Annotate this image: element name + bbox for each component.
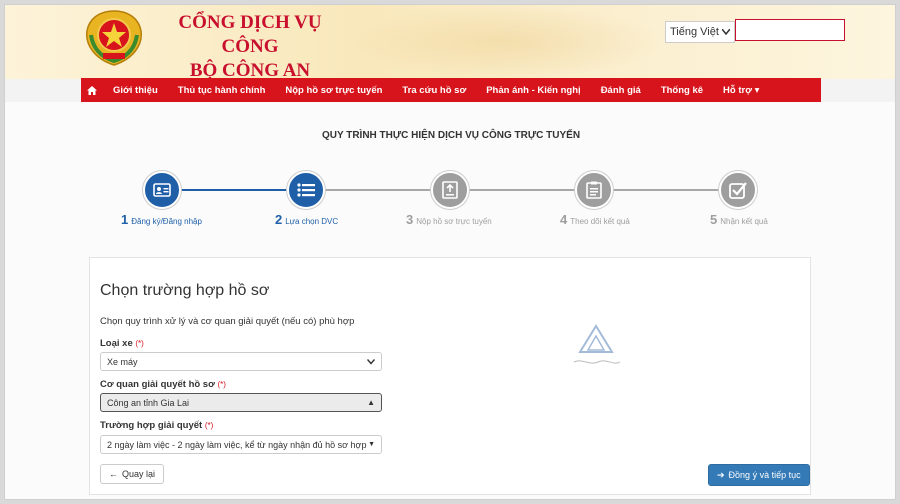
nav-item-ho-tro[interactable]: Hỗ trợ ▾ xyxy=(713,85,769,96)
vehicle-type-label-text: Loại xe xyxy=(100,338,133,349)
step-3-label: 3 Nộp hồ sơ trực tuyến xyxy=(406,212,492,227)
step-2-label: 2 Lựa chọn DVC xyxy=(275,212,338,227)
required-mark: (*) xyxy=(135,339,144,348)
agree-continue-button[interactable]: ➔ Đồng ý và tiếp tục xyxy=(708,464,810,486)
caret-down-icon: ▼ xyxy=(368,441,375,448)
step-2-number: 2 xyxy=(275,212,283,227)
step-5-number: 5 xyxy=(710,212,718,227)
site-title-line1: CỔNG DỊCH VỤ CÔNG xyxy=(178,12,322,57)
step-4-label: 4 Theo dõi kết quả xyxy=(560,212,630,227)
caret-down-icon: ▾ xyxy=(754,84,760,96)
case-label-text: Trường hợp giải quyết xyxy=(100,420,203,431)
step-connector-3 xyxy=(469,189,589,191)
arrow-left-icon: ← xyxy=(109,469,118,479)
browser-frame: CỔNG DỊCH VỤ CÔNG BỘ CÔNG AN Tiếng Việt … xyxy=(4,4,896,500)
step-5-label: 5 Nhận kết quả xyxy=(710,212,768,227)
arrow-right-icon: ➔ xyxy=(717,469,725,480)
required-mark: (*) xyxy=(204,421,214,430)
agency-select[interactable]: Công an tỉnh Gia Lai ▲ xyxy=(100,393,382,412)
required-mark: (*) xyxy=(217,380,226,389)
card-title: Chọn trường hợp hồ sơ xyxy=(100,282,270,299)
step-connector-2 xyxy=(325,189,445,191)
back-button[interactable]: ← Quay lại xyxy=(100,464,165,484)
checkbox-icon xyxy=(729,182,747,199)
nav-item-phan-anh[interactable]: Phản ánh - Kiến nghị xyxy=(476,85,590,96)
vehicle-type-value: Xe máy xyxy=(107,356,138,367)
nav-item-danh-gia[interactable]: Đánh giá xyxy=(591,85,651,96)
card-description: Chọn quy trình xử lý và cơ quan giải quy… xyxy=(100,316,355,327)
agree-continue-label: Đồng ý và tiếp tục xyxy=(728,470,801,480)
case-label: Trường hợp giải quyết (*) xyxy=(100,420,213,431)
step-connector-4 xyxy=(613,189,733,191)
vehicle-type-label: Loại xe (*) xyxy=(100,338,144,349)
step-4-text: Theo dõi kết quả xyxy=(570,217,630,226)
agency-label-text: Cơ quan giải quyết hồ sơ xyxy=(100,379,215,390)
document-upload-icon xyxy=(442,181,458,199)
chevron-down-icon xyxy=(722,29,730,35)
step-1-text: Đăng ký/Đăng nhập xyxy=(131,217,202,226)
nav-item-gioi-thieu[interactable]: Giới thiệu xyxy=(103,85,168,96)
step-3-circle xyxy=(431,171,469,209)
nav-item-ho-tro-label: Hỗ trợ xyxy=(723,84,752,96)
case-selection-card: Chọn trường hợp hồ sơ Chọn quy trình xử … xyxy=(89,257,811,495)
main-nav: Giới thiệu Thủ tục hành chính Nộp hồ sơ … xyxy=(81,78,821,102)
step-2-text: Lựa chọn DVC xyxy=(285,217,339,226)
nav-item-nop-ho-so[interactable]: Nộp hồ sơ trực tuyến xyxy=(275,85,392,96)
home-icon xyxy=(87,85,97,95)
chevron-down-icon xyxy=(367,358,375,365)
police-emblem-icon xyxy=(86,10,142,66)
step-2-circle xyxy=(287,171,325,209)
watermark-logo-icon xyxy=(573,324,621,364)
agency-value: Công an tỉnh Gia Lai xyxy=(107,397,190,408)
nav-item-tra-cuu[interactable]: Tra cứu hồ sơ xyxy=(392,85,476,96)
step-4-circle xyxy=(575,171,613,209)
list-icon xyxy=(297,183,315,197)
nav-item-thu-tuc[interactable]: Thủ tục hành chính xyxy=(168,85,276,96)
vehicle-type-select[interactable]: Xe máy xyxy=(100,352,382,371)
case-select[interactable]: 2 ngày làm việc - 2 ngày làm việc, kể từ… xyxy=(100,435,382,454)
process-steps: 1 Đăng ký/Đăng nhập 2 Lựa chọn DVC 3 Nộp… xyxy=(5,102,895,252)
step-connector-1 xyxy=(181,189,301,191)
step-1-number: 1 xyxy=(121,212,129,227)
caret-up-icon: ▲ xyxy=(367,398,375,407)
step-5-circle xyxy=(719,171,757,209)
step-1-label: 1 Đăng ký/Đăng nhập xyxy=(121,212,202,227)
step-5-text: Nhận kết quả xyxy=(720,217,768,226)
step-1-circle xyxy=(143,171,181,209)
clipboard-icon xyxy=(586,181,602,199)
language-value: Tiếng Việt xyxy=(670,26,719,38)
back-button-label: Quay lại xyxy=(122,469,156,479)
step-3-number: 3 xyxy=(406,212,414,227)
language-select[interactable]: Tiếng Việt xyxy=(665,21,735,43)
agency-label: Cơ quan giải quyết hồ sơ (*) xyxy=(100,379,226,390)
step-3-text: Nộp hồ sơ trực tuyến xyxy=(416,217,492,226)
home-link[interactable] xyxy=(81,85,103,95)
site-header: CỔNG DỊCH VỤ CÔNG BỘ CÔNG AN Tiếng Việt xyxy=(5,5,895,81)
main-content: QUY TRÌNH THỰC HIỆN DỊCH VỤ CÔNG TRỰC TU… xyxy=(5,102,895,499)
nav-item-thong-ke[interactable]: Thống kê xyxy=(651,85,713,96)
step-4-number: 4 xyxy=(560,212,568,227)
id-card-icon xyxy=(153,183,171,197)
site-title: CỔNG DỊCH VỤ CÔNG BỘ CÔNG AN xyxy=(155,11,345,83)
case-value: 2 ngày làm việc - 2 ngày làm việc, kể từ… xyxy=(107,439,367,450)
search-input[interactable] xyxy=(735,19,845,41)
